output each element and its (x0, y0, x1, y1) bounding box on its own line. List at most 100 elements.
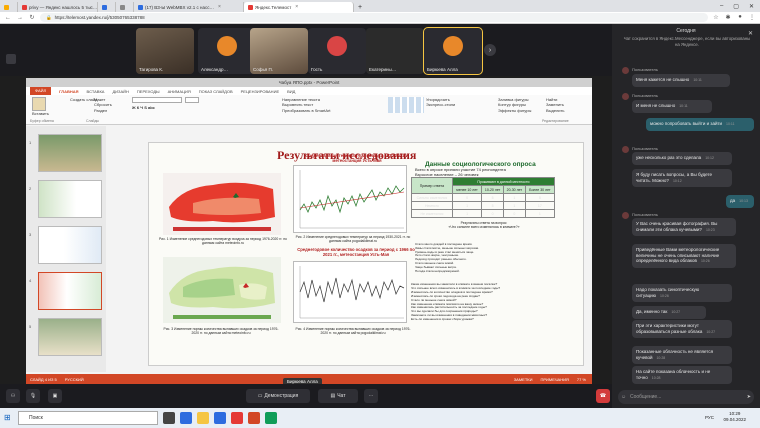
message-sender: Пользователь (632, 67, 658, 72)
precipitation-line-image (299, 266, 405, 319)
maximize-icon[interactable]: ▢ (733, 3, 739, 10)
participant-tile[interactable]: Гость (308, 28, 366, 74)
participant-name: Екатерины… (369, 67, 397, 72)
paste-icon[interactable] (32, 97, 46, 111)
browser-toolbar: ☆ ✱ ● ⋮ (712, 14, 756, 21)
profile-icon[interactable]: ● (736, 14, 744, 21)
emoji-icon[interactable]: ☺ (621, 390, 626, 404)
chat-message-input[interactable]: ☺ Сообщение... ➤ (618, 390, 754, 404)
browser-tab[interactable] (98, 2, 116, 12)
ppt-tab-design[interactable]: ДИЗАЙН (112, 89, 128, 94)
ppt-tab-transitions[interactable]: ПЕРЕХОДЫ (137, 89, 160, 94)
reload-icon[interactable]: ↻ (28, 14, 36, 21)
slide-thumbnail[interactable] (38, 318, 102, 356)
participant-tile-active[interactable]: Бирюева Алла (423, 27, 483, 75)
language-indicator[interactable]: РУС (705, 415, 714, 420)
file-explorer-icon[interactable] (197, 412, 209, 424)
grid-view-icon[interactable] (6, 54, 16, 64)
slide-thumbnail[interactable] (38, 226, 102, 264)
minimize-icon[interactable]: – (720, 3, 723, 10)
chrome-icon[interactable] (265, 412, 277, 424)
menu-icon[interactable]: ⋮ (748, 14, 756, 21)
ppt-tab-view[interactable]: ВИД (287, 89, 295, 94)
font-style-buttons[interactable]: Ж К Ч S abc (132, 105, 272, 110)
camera-off-icon[interactable]: ▣ (48, 389, 62, 403)
shape-effects-button[interactable]: Эффекты фигуры (498, 108, 531, 113)
chat-message: И меня не слышно 10:11 (632, 100, 712, 113)
chat-button[interactable]: ▤ Чат (318, 389, 358, 403)
message-time: 10:27 (671, 310, 681, 314)
browser-tab[interactable]: privy — Яндекс нашлось 5 тыс…× (18, 2, 98, 12)
new-tab-button[interactable]: + (354, 2, 366, 12)
ppt-tab-file[interactable]: ФАЙЛ (30, 87, 52, 95)
participant-tile[interactable]: Софья П. (250, 28, 308, 74)
task-view-icon[interactable] (163, 412, 175, 424)
chat-message: уже несколько раз это сделала 10:12 (632, 152, 732, 165)
mic-off-icon[interactable]: 🎙 (26, 389, 40, 403)
ppt-tab-home[interactable]: ГЛАВНАЯ (59, 89, 78, 94)
participant-name: Александр… (201, 67, 229, 72)
browser-tab-active[interactable]: Яндекс.Телемост × (244, 2, 354, 12)
end-call-button[interactable]: ☎ (596, 389, 610, 403)
participant-tile[interactable]: Тагирова К. (136, 28, 194, 74)
font-family-select[interactable] (132, 97, 182, 103)
ppt-tab-animation[interactable]: АНИМАЦИЯ (168, 89, 191, 94)
comments-button[interactable]: ПРИМЕЧАНИЯ (540, 377, 568, 382)
message-time: 10:23 (705, 227, 715, 232)
extensions-icon[interactable]: ✱ (724, 14, 732, 21)
ppt-tab-review[interactable]: РЕЦЕНЗИРОВАНИЕ (241, 89, 279, 94)
smartart-button[interactable]: Преобразовать в SmartArt (282, 108, 331, 113)
font-size-select[interactable] (185, 97, 199, 103)
participant-tile[interactable]: Александр… (198, 28, 256, 74)
taskbar-search[interactable]: Поиск (18, 411, 158, 425)
participant-tile[interactable]: Екатерины… (366, 28, 424, 74)
send-icon[interactable]: ➤ (747, 390, 751, 404)
ribbon-group-drawing: Упорядочить Экспресс-стили (388, 97, 455, 113)
star-icon[interactable]: ☆ (712, 14, 720, 21)
close-icon[interactable]: × (218, 4, 221, 10)
table-cell: 5 (481, 193, 504, 202)
zoom-level[interactable]: 77 % (577, 377, 586, 382)
back-icon[interactable]: ← (4, 15, 12, 21)
shapes-gallery[interactable] (388, 97, 424, 113)
chart-title: Среднегодовое количество осадков за пери… (297, 247, 415, 257)
url-field[interactable]: 🔒 https://telemost.yandex.ru/j/5305076533… (40, 13, 708, 22)
slide-canvas[interactable]: Результаты исследования Рис. 1 Изменение… (148, 142, 584, 366)
participant-name: Софья П. (253, 67, 273, 72)
chevron-right-icon[interactable]: › (484, 44, 496, 56)
more-icon[interactable]: ⋯ (364, 389, 378, 403)
paste-button[interactable]: Вставить (32, 111, 49, 116)
ppt-tab-slideshow[interactable]: ПОКАЗ СЛАЙДОВ (199, 89, 233, 94)
browser-tab[interactable]: (17) ВЗ-Ы WebMBX v2.1 с насс… × (134, 2, 244, 12)
language-indicator[interactable]: РУССКИЙ (65, 377, 84, 382)
slide-thumbnail[interactable] (38, 134, 102, 172)
ribbon-group-text-direction: Направление текста Выровнять текст Преоб… (282, 97, 331, 113)
message-text: уже несколько раз это сделала (636, 155, 702, 160)
screen-share-button[interactable]: ▭ Демонстрация (246, 389, 310, 403)
quick-styles-button[interactable]: Экспресс-стили (426, 102, 455, 107)
browser-tab[interactable] (116, 2, 134, 12)
windows-start-icon[interactable]: ⊞ (4, 413, 11, 422)
slide-thumbnail-selected[interactable] (38, 272, 102, 310)
lock-icon: 🔒 (46, 14, 52, 20)
close-icon[interactable]: × (295, 4, 298, 10)
notes-button[interactable]: ЗАМЕТКИ (514, 377, 533, 382)
select-button[interactable]: Выделить (546, 108, 564, 113)
close-window-icon[interactable]: ✕ (749, 3, 754, 10)
table-cell: 0 (481, 209, 504, 218)
section-button[interactable]: Раздел (94, 108, 112, 113)
edge-icon[interactable] (180, 412, 192, 424)
participants-icon[interactable]: ⚇ (6, 389, 20, 403)
taskbar-clock[interactable]: 10:29 09.04.2022 (723, 411, 746, 423)
browser-tab[interactable] (0, 2, 18, 12)
forward-icon[interactable]: → (16, 15, 24, 21)
word-icon[interactable] (214, 412, 226, 424)
slide-thumbnail[interactable] (38, 180, 102, 218)
message-text: И меня не слышно (636, 103, 676, 108)
tab-favicon-icon (138, 4, 143, 10)
powerpoint-icon[interactable] (248, 412, 260, 424)
russia-precipitation-map-image (169, 266, 275, 319)
ppt-tab-insert[interactable]: ВСТАВКА (87, 89, 105, 94)
chart-title: Среднегодовая температура воздуха 1930-2… (305, 153, 409, 163)
yandex-browser-icon[interactable] (231, 412, 243, 424)
